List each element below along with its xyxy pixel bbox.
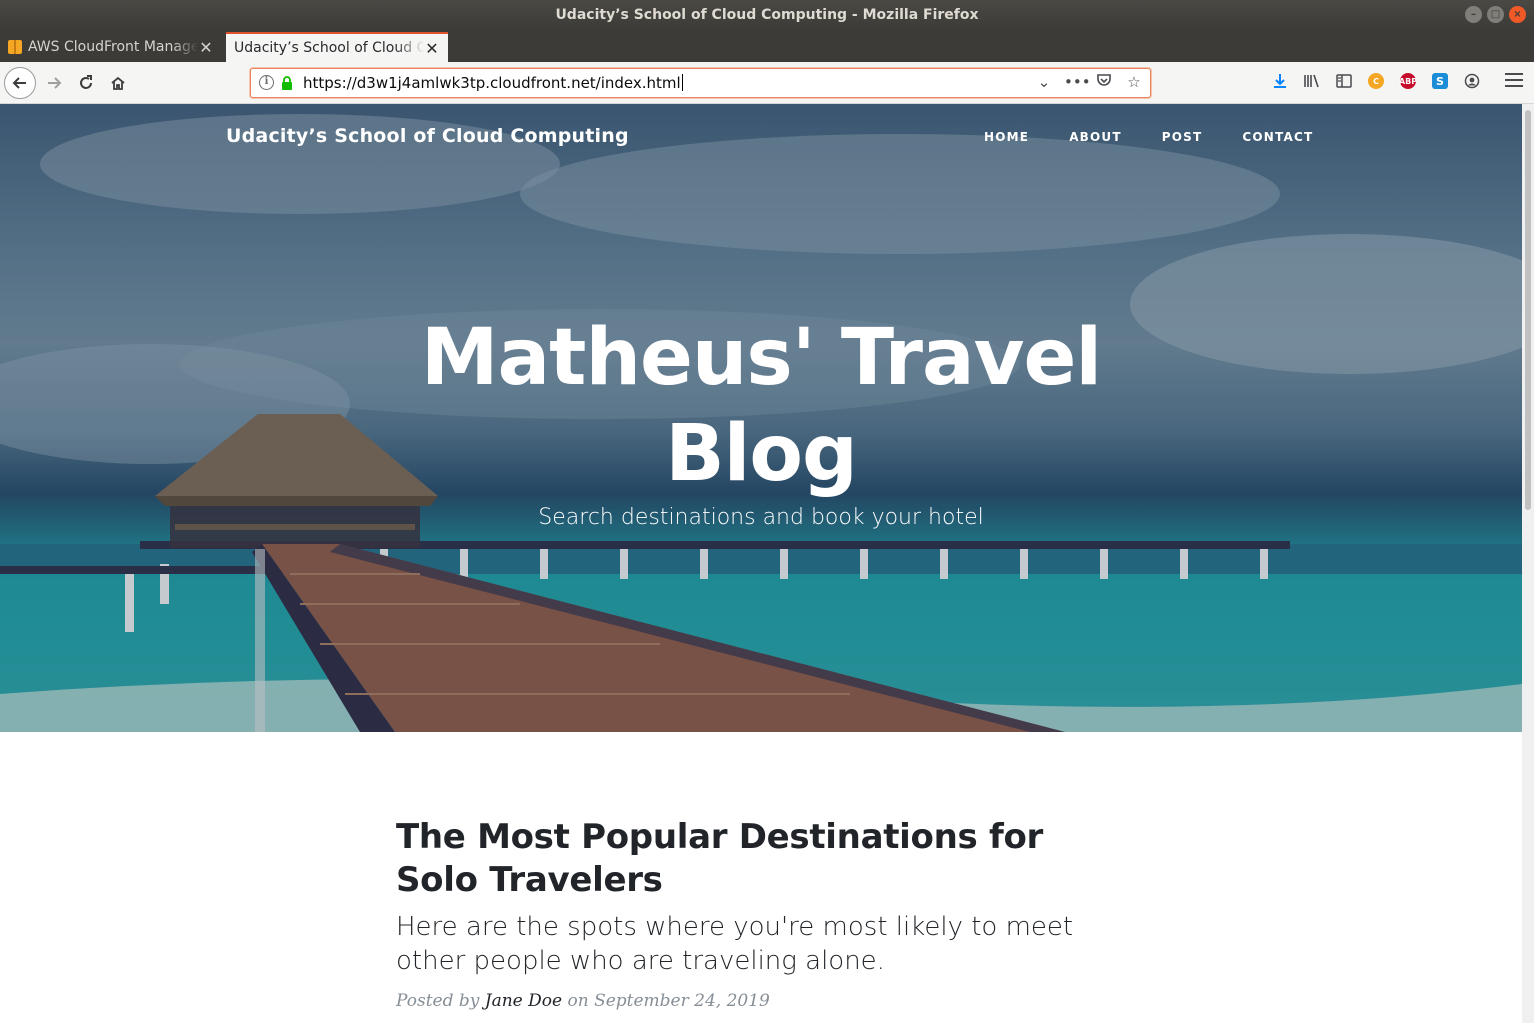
reload-icon (80, 75, 92, 89)
close-icon[interactable]: ✕ (198, 38, 214, 57)
navigation-toolbar: i https://d3w1j4amlwk3tp.cloudfront.net/… (0, 62, 1534, 104)
aws-cube-icon (8, 40, 22, 54)
site-brand[interactable]: Udacity’s School of Cloud Computing (226, 125, 629, 147)
maximize-button[interactable]: □ (1487, 6, 1504, 23)
post-preview[interactable]: The Most Popular Destinations for Solo T… (396, 816, 1136, 1011)
forward-button[interactable] (38, 67, 70, 99)
nav-home-link[interactable]: HOME (984, 130, 1029, 144)
meta-prefix: Posted by (396, 991, 480, 1011)
reload-button[interactable] (70, 67, 102, 99)
tab-label: AWS CloudFront Management Console (28, 39, 198, 55)
post-title[interactable]: The Most Popular Destinations for Solo T… (396, 816, 1136, 902)
account-icon[interactable] (1462, 71, 1482, 91)
library-icon[interactable] (1302, 71, 1322, 91)
site-nav: HOME ABOUT POST CONTACT (984, 130, 1353, 144)
post-subtitle[interactable]: Here are the spots where you're most lik… (396, 910, 1136, 978)
extension-s-icon[interactable]: S (1430, 71, 1450, 91)
bookmark-star-icon[interactable]: ☆ (1124, 73, 1144, 91)
download-icon[interactable] (1270, 71, 1290, 91)
page-actions-icon[interactable]: ••• (1064, 73, 1091, 91)
back-button[interactable] (4, 67, 36, 99)
window-controls: – □ × (1465, 6, 1526, 23)
hero-subtitle: Search destinations and book your hotel (538, 505, 984, 530)
window-titlebar: Udacity’s School of Cloud Computing - Mo… (0, 0, 1534, 30)
tab-aws-cloudfront[interactable]: AWS CloudFront Management Console ✕ (0, 32, 222, 62)
adblock-plus-icon[interactable]: ABP (1398, 71, 1418, 91)
close-icon[interactable]: ✕ (424, 39, 440, 58)
home-button[interactable] (102, 67, 134, 99)
sidebar-icon[interactable] (1334, 71, 1354, 91)
hero-header: Udacity’s School of Cloud Computing HOME… (0, 104, 1522, 732)
url-bar[interactable]: i https://d3w1j4amlwk3tp.cloudfront.net/… (250, 68, 1151, 98)
page-viewport: Udacity’s School of Cloud Computing HOME… (0, 104, 1522, 1023)
post-author-link[interactable]: Jane Doe (485, 991, 562, 1011)
lock-icon (282, 76, 292, 90)
window-title: Udacity’s School of Cloud Computing - Mo… (555, 7, 979, 23)
back-arrow-icon (12, 77, 26, 89)
minimize-button[interactable]: – (1465, 6, 1482, 23)
nav-contact-link[interactable]: CONTACT (1242, 130, 1313, 144)
info-icon[interactable]: i (259, 75, 274, 90)
meta-on: on (567, 991, 589, 1011)
close-window-button[interactable]: × (1509, 6, 1526, 23)
url-text[interactable]: https://d3w1j4amlwk3tp.cloudfront.net/in… (303, 74, 683, 92)
menu-icon[interactable] (1505, 73, 1523, 91)
forward-arrow-icon (48, 77, 62, 89)
pocket-icon[interactable] (1094, 73, 1114, 91)
tab-udacity-blog[interactable]: Udacity’s School of Cloud Computing ✕ (226, 32, 448, 62)
nav-post-link[interactable]: POST (1162, 130, 1203, 144)
tab-label: Udacity’s School of Cloud Computing (234, 40, 424, 56)
nav-about-link[interactable]: ABOUT (1069, 130, 1122, 144)
tab-strip: AWS CloudFront Management Console ✕ Udac… (0, 30, 1534, 88)
hero-title: Matheus' Travel Blog (420, 313, 1102, 499)
home-icon (111, 76, 125, 90)
extension-c-icon[interactable]: C (1366, 71, 1386, 91)
url-actions: ⌄ ••• ☆ (1034, 73, 1144, 91)
post-meta: Posted by Jane Doe on September 24, 2019 (396, 991, 1136, 1011)
scrollbar-thumb[interactable] (1525, 110, 1531, 510)
post-date: September 24, 2019 (594, 991, 770, 1011)
page-scrollbar[interactable] (1522, 104, 1534, 1023)
chevron-down-icon[interactable]: ⌄ (1034, 73, 1054, 91)
toolbar-icons: C ABP S (1270, 71, 1482, 91)
